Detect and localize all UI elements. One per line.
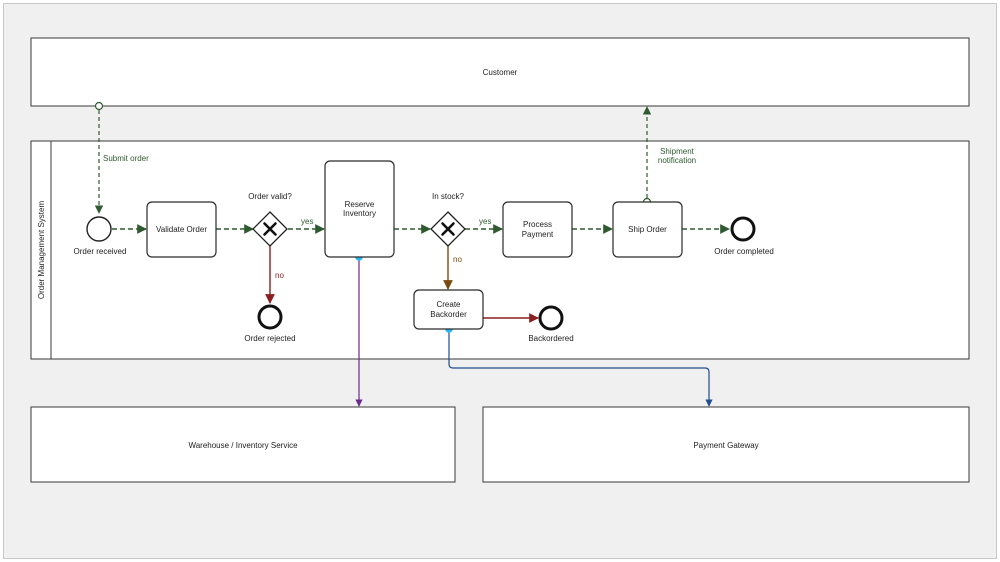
warehouse-pool-label: Warehouse / Inventory Service xyxy=(188,441,298,450)
order-system-pool-label: Order Management System xyxy=(37,201,46,300)
event-label: Order rejected xyxy=(244,334,295,343)
bpmn-diagram: Customer Order Management System Warehou… xyxy=(30,37,970,483)
task-process-payment[interactable]: Process Payment xyxy=(502,201,573,258)
task-label-line2: Backorder xyxy=(430,310,467,319)
task-label: Validate Order xyxy=(156,225,207,234)
label-shipment-notification-line2: notification xyxy=(658,156,696,165)
label-shipment-notification-line1: Shipment xyxy=(660,147,695,156)
label-stock-yes: yes xyxy=(479,217,491,226)
message-origin-circle xyxy=(94,101,104,111)
gateway-label: In stock? xyxy=(432,192,465,201)
label-stock-no: no xyxy=(453,255,462,264)
task-label-line1: Reserve xyxy=(345,200,375,209)
label-submit-order: Submit order xyxy=(103,154,149,163)
customer-pool-label: Customer xyxy=(483,68,518,77)
warehouse-pool[interactable]: Warehouse / Inventory Service xyxy=(30,406,456,483)
task-label-line2: Payment xyxy=(522,230,554,239)
event-label: Order received xyxy=(74,247,127,256)
payment-gateway-pool[interactable]: Payment Gateway xyxy=(482,406,970,483)
customer-pool[interactable]: Customer xyxy=(30,37,970,107)
gateway-label: Order valid? xyxy=(248,192,292,201)
label-valid-yes: yes xyxy=(301,217,313,226)
task-label: Ship Order xyxy=(628,225,667,234)
task-label-line1: Create xyxy=(436,300,461,309)
event-label: Order completed xyxy=(714,247,774,256)
task-reserve-inventory[interactable]: Reserve Inventory xyxy=(324,160,395,258)
task-validate-order[interactable]: Validate Order xyxy=(146,201,217,258)
label-valid-no: no xyxy=(275,271,284,280)
task-ship-order[interactable]: Ship Order xyxy=(612,201,683,258)
task-label-line2: Inventory xyxy=(343,209,376,218)
payment-gateway-pool-label: Payment Gateway xyxy=(693,441,758,450)
event-label: Backordered xyxy=(528,334,573,343)
task-create-backorder[interactable]: Create Backorder xyxy=(413,289,484,330)
task-label-line1: Process xyxy=(523,220,552,229)
